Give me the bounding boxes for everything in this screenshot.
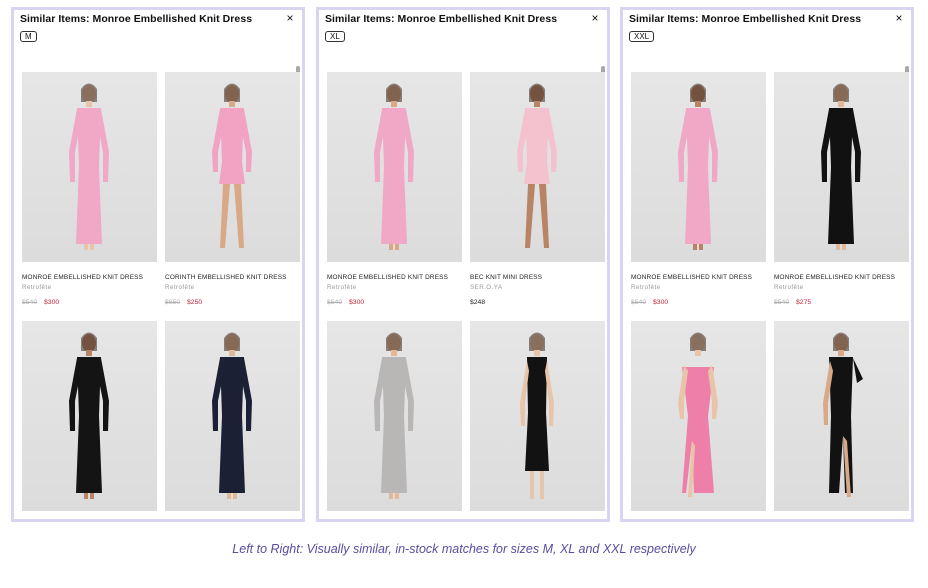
- product-brand: Retrofête: [327, 284, 357, 291]
- panel-title: Similar Items: Monroe Embellished Knit D…: [629, 13, 862, 25]
- sale-price: $300: [653, 299, 669, 306]
- product-price: $248: [470, 299, 485, 306]
- panel-body: Similar Items: Monroe Embellished Knit D…: [14, 10, 302, 519]
- panel-header: Similar Items: Monroe Embellished Knit D…: [629, 12, 905, 53]
- product-image[interactable]: [631, 72, 766, 262]
- product-image[interactable]: [327, 321, 462, 511]
- original-price: $540: [22, 299, 38, 306]
- original-price: $540: [774, 299, 790, 306]
- product-name[interactable]: MONROE EMBELLISHED KNIT DRESS: [327, 274, 448, 281]
- panel-body: Similar Items: Monroe Embellished Knit D…: [623, 10, 911, 519]
- product-image[interactable]: [22, 321, 157, 511]
- product-image[interactable]: [327, 72, 462, 262]
- product-price: $540 $275: [774, 299, 811, 306]
- sale-price: $275: [796, 299, 812, 306]
- similar-items-panel-xl: Similar Items: Monroe Embellished Knit D…: [316, 7, 610, 522]
- size-badge: M: [20, 31, 37, 42]
- panel-header: Similar Items: Monroe Embellished Knit D…: [20, 12, 296, 53]
- product-name[interactable]: MONROE EMBELLISHED KNIT DRESS: [631, 274, 752, 281]
- product-image[interactable]: [774, 72, 909, 262]
- panel-header: Similar Items: Monroe Embellished Knit D…: [325, 12, 601, 53]
- original-price: $650: [165, 299, 181, 306]
- product-image[interactable]: [470, 321, 605, 511]
- product-brand: Retrofête: [774, 284, 804, 291]
- figure-caption: Left to Right: Visually similar, in-stoc…: [232, 542, 696, 556]
- product-image[interactable]: [165, 321, 300, 511]
- size-badge: XXL: [629, 31, 655, 42]
- product-brand: Retrofête: [22, 284, 52, 291]
- product-name[interactable]: MONROE EMBELLISHED KNIT DRESS: [774, 274, 895, 281]
- panel-title: Similar Items: Monroe Embellished Knit D…: [325, 13, 558, 25]
- size-badge: XL: [325, 31, 345, 42]
- close-icon[interactable]: ×: [893, 12, 905, 24]
- sale-price: $250: [187, 299, 203, 306]
- product-name[interactable]: CORINTH EMBELLISHED KNIT DRESS: [165, 274, 287, 281]
- original-price: $540: [327, 299, 343, 306]
- product-brand: SER.O.YA: [470, 284, 503, 291]
- product-name[interactable]: MONROE EMBELLISHED KNIT DRESS: [22, 274, 143, 281]
- product-image[interactable]: [165, 72, 300, 262]
- product-price: $540 $300: [631, 299, 668, 306]
- panel-body: Similar Items: Monroe Embellished Knit D…: [319, 10, 607, 519]
- panel-title: Similar Items: Monroe Embellished Knit D…: [20, 13, 253, 25]
- product-image[interactable]: [22, 72, 157, 262]
- similar-items-panel-xxl: Similar Items: Monroe Embellished Knit D…: [620, 7, 914, 522]
- original-price: $540: [631, 299, 647, 306]
- product-image[interactable]: [774, 321, 909, 511]
- product-image[interactable]: [631, 321, 766, 511]
- product-price: $650 $250: [165, 299, 202, 306]
- current-price: $248: [470, 299, 486, 306]
- close-icon[interactable]: ×: [589, 12, 601, 24]
- product-price: $540 $300: [327, 299, 364, 306]
- product-brand: Retrofête: [631, 284, 661, 291]
- product-name[interactable]: BEC KNIT MINI DRESS: [470, 274, 542, 281]
- similar-items-panel-m: Similar Items: Monroe Embellished Knit D…: [11, 7, 305, 522]
- close-icon[interactable]: ×: [284, 12, 296, 24]
- product-brand: Retrofête: [165, 284, 195, 291]
- product-price: $540 $300: [22, 299, 59, 306]
- sale-price: $300: [44, 299, 60, 306]
- sale-price: $300: [349, 299, 365, 306]
- product-image[interactable]: [470, 72, 605, 262]
